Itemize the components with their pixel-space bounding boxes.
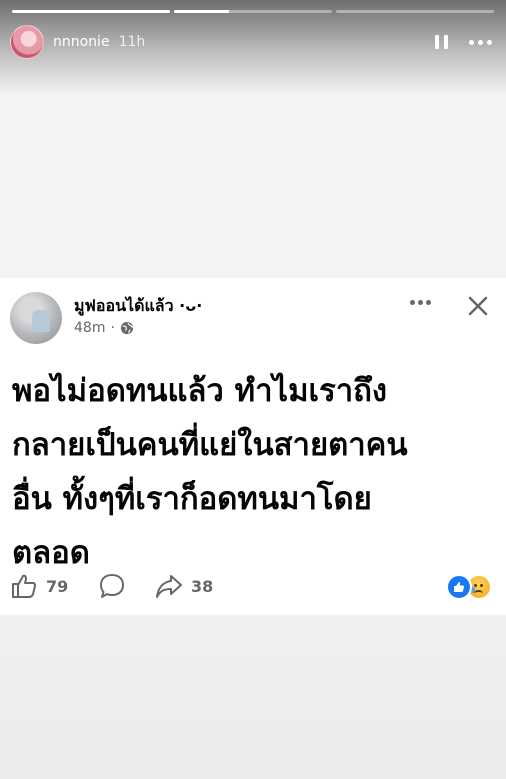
like-icon — [12, 574, 36, 598]
share-count: 38 — [191, 576, 214, 596]
post-actions: 79 38 — [10, 572, 496, 602]
progress-segment-1 — [12, 10, 170, 13]
story-progress-bar — [12, 10, 494, 13]
globe-icon — [120, 321, 134, 335]
story-username[interactable]: nnnonie — [53, 34, 110, 50]
progress-segment-3 — [336, 10, 494, 13]
comment-button[interactable] — [98, 572, 126, 600]
story-avatar[interactable] — [10, 25, 44, 59]
page-name[interactable]: มูฟออนได้แล้ว ·ᴗ· — [74, 294, 202, 319]
progress-segment-2 — [174, 10, 332, 13]
post-text-line: กลายเป็นคนที่แย่ในสายตาคน — [12, 427, 408, 463]
more-icon[interactable] — [469, 39, 492, 45]
post-more-icon[interactable] — [410, 300, 431, 305]
meta-separator: · — [110, 320, 115, 336]
post-time: 48m — [74, 320, 106, 336]
post-text-line: อื่น ทั้งๆที่เราก็อดทนมาโดย — [12, 481, 372, 517]
like-reaction-icon — [446, 574, 472, 600]
page-avatar[interactable] — [10, 292, 62, 344]
facebook-post-card: มูฟออนได้แล้ว ·ᴗ· 48m · พอไม่อดทนแล้ว ทำ… — [0, 278, 506, 615]
post-meta: 48m · — [74, 320, 134, 336]
share-icon — [156, 575, 182, 598]
post-text: พอไม่อดทนแล้ว ทำไมเราถึง กลายเป็นคนที่แย… — [12, 364, 482, 580]
like-button[interactable]: 79 — [10, 572, 68, 600]
reaction-summary[interactable] — [446, 574, 492, 600]
share-button[interactable]: 38 — [155, 572, 213, 600]
pause-icon[interactable] — [431, 31, 453, 53]
close-icon[interactable] — [466, 294, 490, 318]
like-count: 79 — [46, 576, 69, 596]
post-text-line: พอไม่อดทนแล้ว ทำไมเราถึง — [12, 373, 388, 409]
comment-icon — [100, 574, 124, 598]
story-time: 11h — [118, 34, 146, 50]
story-header: nnnonie 11h — [10, 25, 492, 59]
